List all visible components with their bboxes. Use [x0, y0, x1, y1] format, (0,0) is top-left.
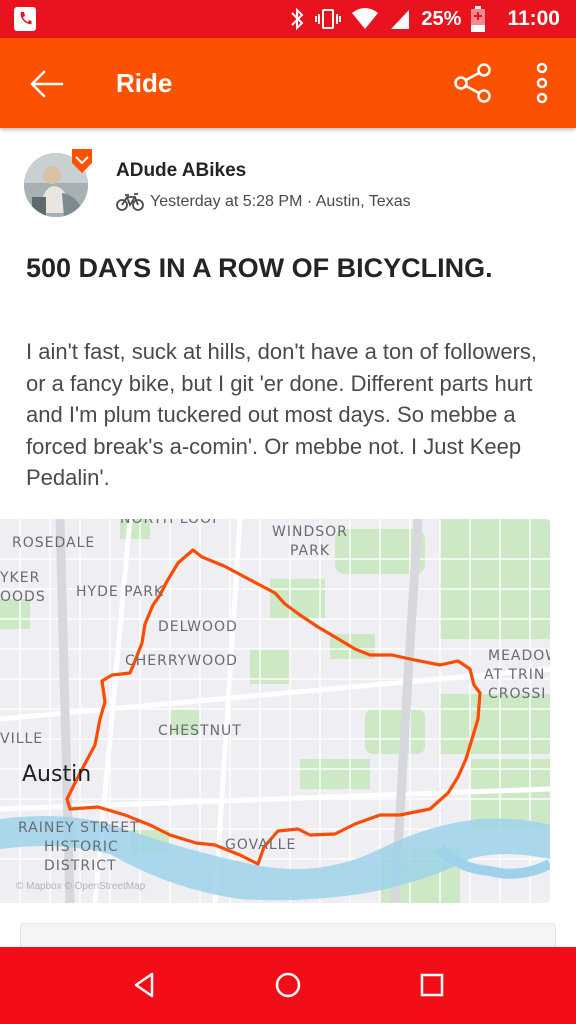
more-vert-icon[interactable]: [528, 62, 556, 104]
map-label-historic: HISTORIC: [44, 839, 119, 855]
map-label-delwood: DELWOOD: [158, 619, 238, 635]
battery-icon: [471, 6, 486, 32]
map-label-crossi: CROSSI: [488, 686, 547, 702]
system-nav-bar: [0, 947, 576, 1024]
back-triangle-icon[interactable]: [128, 969, 160, 1001]
recents-square-icon[interactable]: [416, 969, 448, 1001]
avatar-wrap[interactable]: [24, 149, 92, 219]
map-label-windsor: WINDSOR: [272, 524, 348, 540]
activity-meta-text: Yesterday at 5:28 PM · Austin, Texas: [150, 193, 411, 210]
map-label-at-trin: AT TRIN: [484, 667, 546, 683]
clock: 11:00: [507, 7, 560, 30]
bike-icon: [116, 193, 144, 211]
map-label-rosedale: ROSEDALE: [12, 535, 96, 551]
map-label-oods: OODS: [0, 589, 46, 605]
athlete-name[interactable]: ADude ABikes: [116, 160, 246, 182]
map-label-yker: YKER: [0, 570, 41, 586]
battery-percent: 25%: [421, 7, 462, 30]
activity-title: 500 DAYS IN A ROW OF BICYCLING.: [26, 253, 493, 283]
map-label-rainey-street: RAINEY STREET: [18, 820, 140, 836]
subscriber-badge-icon: [72, 149, 92, 173]
page-title: Ride: [116, 68, 173, 98]
app-bar: Ride: [0, 38, 576, 128]
bluetooth-icon: [291, 7, 304, 31]
home-circle-icon[interactable]: [272, 969, 304, 1001]
activity-meta: Yesterday at 5:28 PM · Austin, Texas: [116, 193, 411, 211]
back-arrow-icon[interactable]: [26, 64, 66, 104]
map-label-chestnut: CHESTNUT: [158, 723, 242, 739]
vibrate-icon: [315, 9, 342, 29]
map-label-north-loop: NORTH LOOP: [120, 519, 222, 527]
map-attribution[interactable]: © Mapbox © OpenStreetMap: [16, 881, 145, 892]
map-label-hyde-park: HYDE PARK: [76, 584, 165, 600]
map-label-district: DISTRICT: [44, 858, 117, 874]
wifi-icon: [352, 8, 379, 29]
signal-icon: [391, 10, 410, 29]
activity-description: I ain't fast, suck at hills, don't have …: [26, 339, 537, 490]
map-label-ville: VILLE: [0, 731, 44, 747]
map-label-austin: Austin: [22, 762, 92, 787]
status-bar: 25% 11:00: [0, 0, 576, 38]
map-label-meadow: MEADOW: [488, 648, 550, 664]
route-map[interactable]: NORTH LOOP ROSEDALE WINDSOR PARK YKER OO…: [0, 519, 550, 903]
map-label-govalle: GOVALLE: [225, 837, 297, 853]
map-label-park: PARK: [290, 543, 331, 559]
phone-icon: [14, 7, 36, 31]
share-icon[interactable]: [452, 62, 494, 104]
map-label-cherrywood: CHERRYWOOD: [125, 653, 238, 669]
